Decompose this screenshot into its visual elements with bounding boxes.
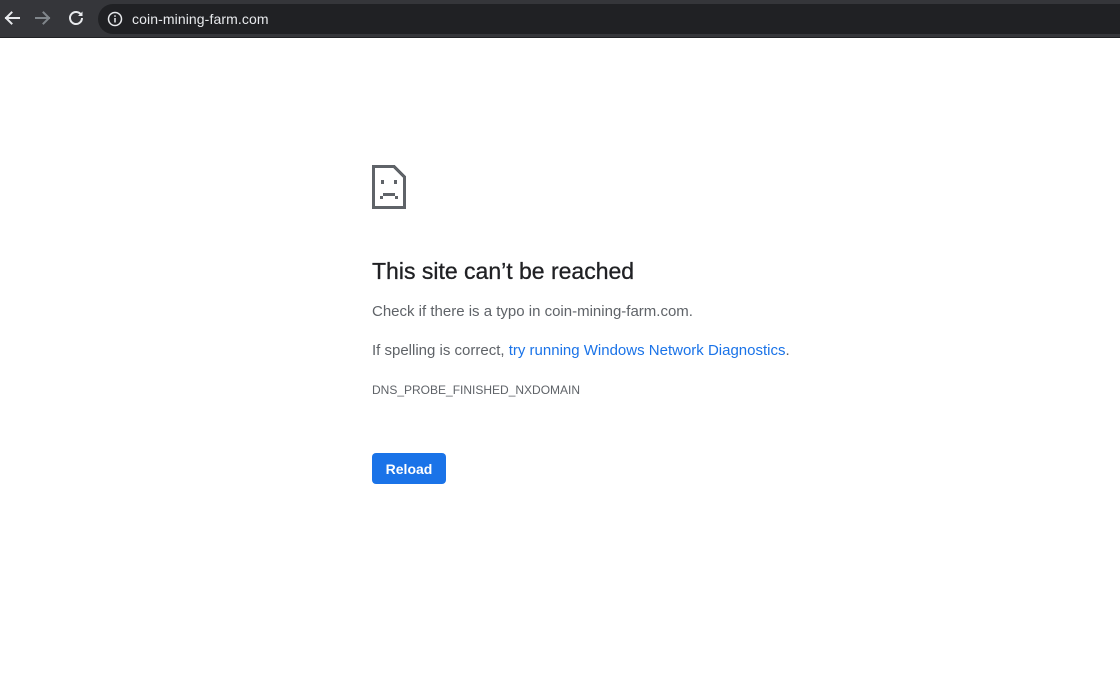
back-button[interactable] (0, 6, 24, 30)
spelling-suggestion: If spelling is correct, try running Wind… (372, 342, 790, 359)
reload-nav-button[interactable] (64, 6, 88, 30)
spelling-prefix: If spelling is correct, (372, 342, 509, 359)
typo-prefix: Check if there is a typo in (372, 303, 545, 320)
arrow-back-icon (4, 11, 20, 25)
error-code: DNS_PROBE_FINISHED_NXDOMAIN (372, 383, 581, 397)
sad-page-icon (372, 165, 406, 209)
browser-toolbar: coin-mining-farm.com (0, 0, 1120, 38)
reload-button[interactable]: Reload (372, 453, 446, 484)
arrow-forward-icon (35, 11, 51, 25)
error-title: This site can’t be reached (372, 258, 635, 284)
typo-domain: coin-mining-farm.com (544, 303, 689, 320)
info-icon[interactable] (107, 11, 123, 27)
forward-button[interactable] (31, 6, 55, 30)
typo-suffix: . (688, 303, 693, 320)
typo-suggestion: Check if there is a typo in coin-mining-… (372, 303, 693, 320)
spelling-suffix: . (785, 342, 790, 359)
url-text[interactable]: coin-mining-farm.com (132, 11, 269, 27)
reload-icon (69, 11, 83, 25)
network-diagnostics-link[interactable]: try running Windows Network Diagnostics (509, 342, 786, 359)
address-bar[interactable]: coin-mining-farm.com (98, 4, 1120, 34)
